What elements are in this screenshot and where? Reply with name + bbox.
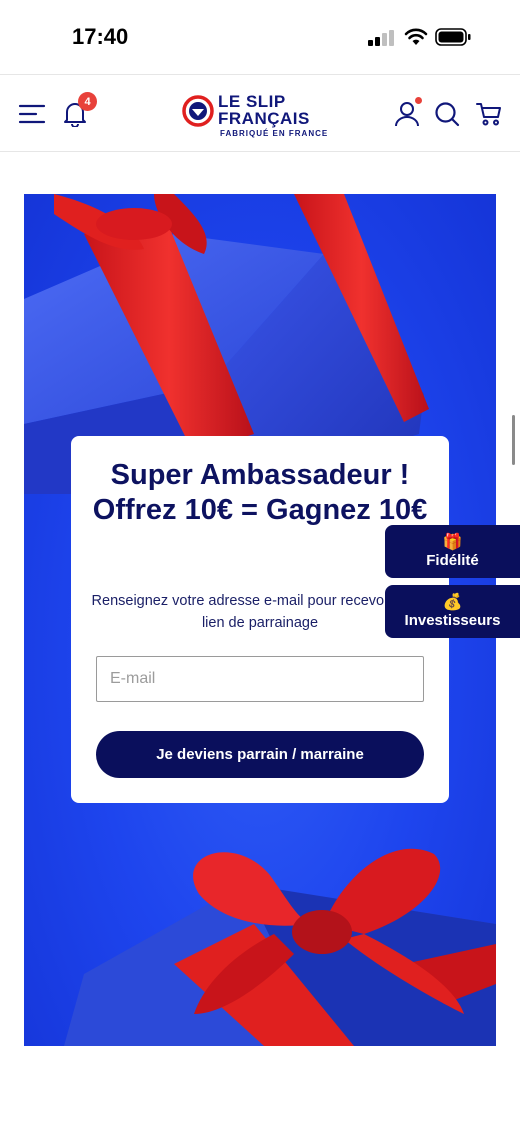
site-header: 4 LE SLIP FRANÇAIS FABRIQUÉ EN FRANCE (0, 74, 520, 152)
become-sponsor-button[interactable]: Je deviens parrain / marraine (96, 731, 424, 778)
card-description: Renseignez votre adresse e-mail pour rec… (91, 593, 429, 631)
status-bar: 17:40 (0, 0, 520, 74)
investors-tab[interactable]: 💰 Investisseurs (385, 585, 520, 638)
scrollbar[interactable] (512, 415, 515, 465)
gift-box-bottom-illustration (64, 848, 496, 1046)
card-title: Super Ambassadeur ! Offrez 10€ = Gagnez … (92, 459, 428, 526)
status-time: 17:40 (72, 24, 129, 49)
loyalty-tab[interactable]: 🎁 Fidélité (385, 525, 520, 578)
account-notification-dot (415, 97, 422, 104)
loyalty-tab-label: Fidélité (426, 551, 479, 569)
cellular-signal-icon (368, 30, 394, 46)
email-input[interactable] (96, 656, 424, 702)
cart-button[interactable] (474, 99, 504, 129)
wifi-icon (404, 28, 428, 45)
logo-tagline: FABRIQUÉ EN FRANCE (220, 129, 329, 138)
search-button[interactable] (432, 99, 462, 129)
menu-button[interactable] (16, 101, 48, 127)
gift-icon: 🎁 (442, 533, 463, 551)
cart-icon (476, 103, 501, 126)
money-bag-icon: 💰 (442, 593, 463, 611)
logo-mark-icon (182, 95, 214, 127)
logo-text-line2: FRANÇAIS (218, 109, 310, 128)
logo-text-line1: LE SLIP (218, 92, 286, 111)
investors-tab-label: Investisseurs (404, 611, 501, 629)
user-icon (395, 102, 419, 127)
menu-icon (18, 104, 46, 124)
battery-icon (435, 28, 471, 46)
search-icon (435, 102, 460, 127)
brand-logo[interactable]: LE SLIP FRANÇAIS FABRIQUÉ EN FRANCE (182, 91, 342, 139)
notification-count-badge: 4 (78, 92, 97, 111)
